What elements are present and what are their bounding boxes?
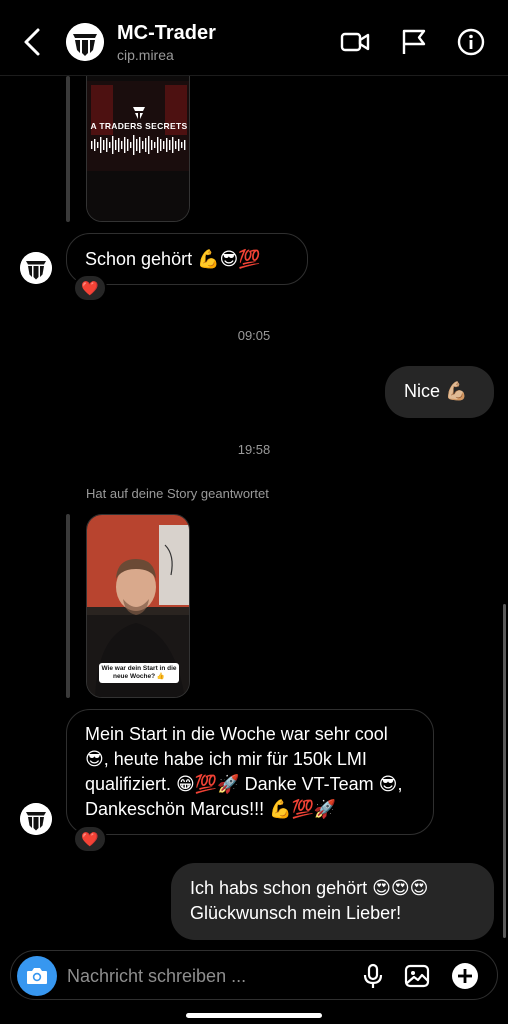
message-bubble-incoming[interactable]: Mein Start in die Woche war sehr cool 😎,…: [66, 709, 434, 835]
sender-avatar[interactable]: [20, 803, 52, 835]
message-bubble-outgoing[interactable]: Nice 💪🏼: [385, 366, 494, 418]
video-call-icon[interactable]: [340, 28, 370, 56]
reply-thread-line: [66, 514, 70, 698]
contact-username[interactable]: cip.mirea: [117, 47, 174, 63]
message-bubble-outgoing[interactable]: Ich habs schon gehört 😍😍😍 Glückwunsch me…: [171, 863, 494, 940]
story-reply-note: Hat auf deine Story geantwortet: [86, 486, 269, 501]
reaction-emoji: ❤️: [81, 279, 99, 296]
chat-header: MC-Trader cip.mirea: [0, 0, 508, 76]
message-composer: [10, 950, 498, 1000]
message-text: Ich habs schon gehört 😍😍😍 Glückwunsch me…: [190, 878, 429, 923]
reaction-emoji: ❤️: [81, 830, 99, 847]
shared-story-card[interactable]: Wie war dein Start in die neue Woche? 👍: [86, 514, 190, 698]
heart-reaction-icon[interactable]: ❤️: [73, 274, 107, 302]
contact-name[interactable]: MC-Trader: [117, 22, 216, 45]
mc-logo-icon: [20, 252, 52, 284]
reply-thread-line: [66, 76, 70, 222]
message-text: Mein Start in die Woche war sehr cool 😎,…: [85, 724, 403, 819]
back-chevron-icon[interactable]: [18, 26, 46, 58]
camera-button[interactable]: [17, 956, 57, 996]
message-text: Nice 💪🏼: [404, 381, 468, 401]
timestamp: 09:05: [237, 328, 271, 343]
message-input[interactable]: [67, 963, 347, 989]
home-indicator: [186, 1013, 322, 1018]
mc-logo-icon: [20, 803, 52, 835]
heart-reaction-icon[interactable]: ❤️: [73, 825, 107, 853]
gallery-icon[interactable]: [403, 962, 431, 990]
timestamp: 19:58: [237, 442, 271, 457]
scrollbar[interactable]: [503, 604, 506, 938]
story-caption: Wie war dein Start in die neue Woche? 👍: [101, 665, 177, 680]
contact-avatar[interactable]: [66, 23, 104, 61]
microphone-icon[interactable]: [359, 962, 387, 990]
camera-icon: [27, 968, 47, 984]
add-icon[interactable]: [451, 962, 479, 990]
story-title: A TRADERS SECRETS: [90, 121, 188, 131]
mc-logo-icon: [66, 23, 104, 61]
info-icon[interactable]: [456, 28, 486, 56]
sender-avatar[interactable]: [20, 252, 52, 284]
flag-icon[interactable]: [399, 28, 429, 56]
message-text: Schon gehört 💪😎💯: [85, 249, 261, 269]
